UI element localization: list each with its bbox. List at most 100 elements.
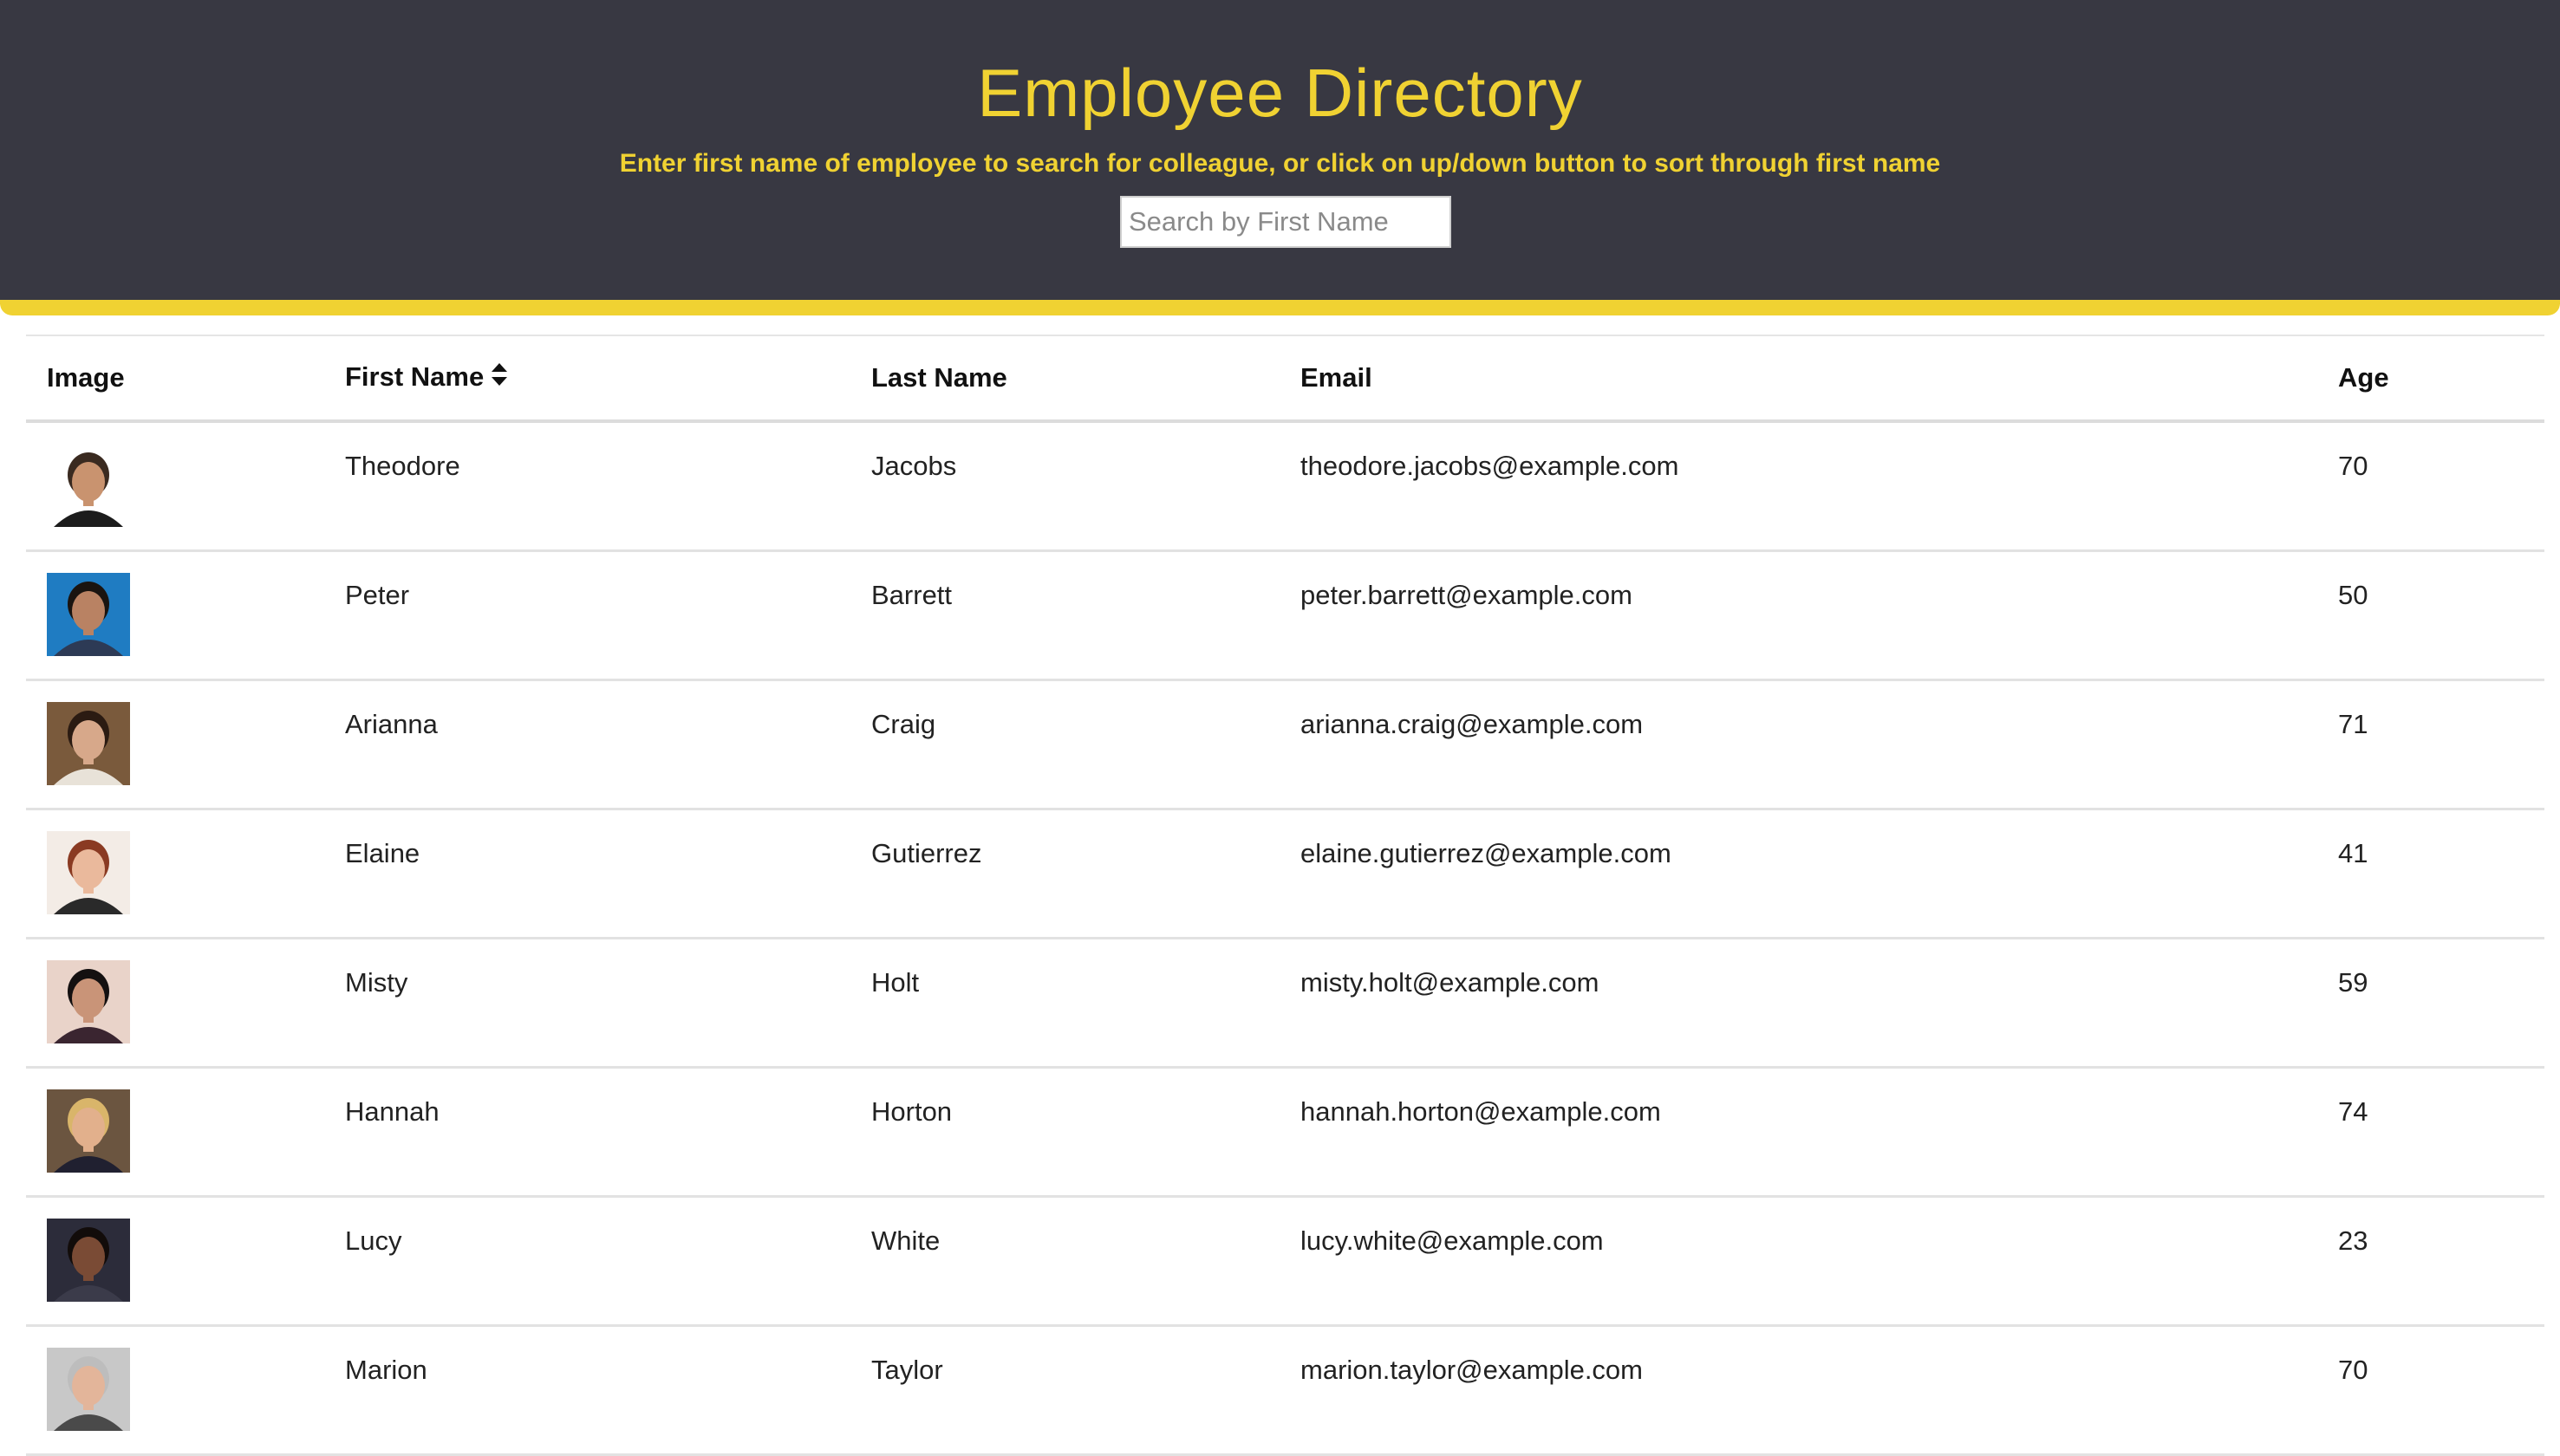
cell-image <box>26 938 324 1069</box>
column-header-first-name-label: First Name <box>345 361 485 392</box>
employee-avatar <box>47 1219 130 1302</box>
table-row: Marion Taylor marion.taylor@example.com 70 <box>26 1325 2544 1456</box>
cell-email-text: arianna.craig@example.com <box>1300 709 1644 739</box>
cell-last-name-text: Gutierrez <box>871 838 982 868</box>
table-row: Misty Holt misty.holt@example.com 59 <box>26 938 2544 1069</box>
cell-first-name-text: Misty <box>345 967 408 998</box>
cell-first-name: Arianna <box>324 679 850 810</box>
cell-first-name-text: Theodore <box>345 451 460 481</box>
search-input[interactable] <box>1120 196 1451 248</box>
cell-last-name: Barrett <box>850 550 1280 681</box>
employee-avatar <box>47 702 130 785</box>
cell-age-text: 59 <box>2338 967 2368 998</box>
cell-last-name: Taylor <box>850 1325 1280 1456</box>
cell-age-text: 74 <box>2338 1096 2368 1127</box>
cell-email: arianna.craig@example.com <box>1280 679 2317 810</box>
cell-first-name-text: Arianna <box>345 709 438 739</box>
cell-email: elaine.gutierrez@example.com <box>1280 809 2317 939</box>
cell-last-name-text: Taylor <box>871 1355 943 1385</box>
cell-first-name: Lucy <box>324 1196 850 1327</box>
cell-age-text: 41 <box>2338 838 2368 868</box>
employee-avatar <box>47 831 130 914</box>
cell-last-name: Craig <box>850 679 1280 810</box>
cell-age: 74 <box>2317 1067 2544 1198</box>
column-header-age: Age <box>2317 335 2544 423</box>
cell-email-text: marion.taylor@example.com <box>1300 1355 1643 1385</box>
table-row: Peter Barrett peter.barrett@example.com 50 <box>26 550 2544 681</box>
cell-email-text: hannah.horton@example.com <box>1300 1096 1661 1127</box>
cell-email: theodore.jacobs@example.com <box>1280 421 2317 552</box>
cell-email-text: elaine.gutierrez@example.com <box>1300 838 1671 868</box>
cell-last-name-text: Holt <box>871 967 920 998</box>
cell-last-name: Holt <box>850 938 1280 1069</box>
cell-last-name: White <box>850 1196 1280 1327</box>
table-row: Elaine Gutierrez elaine.gutierrez@example.… <box>26 809 2544 939</box>
employee-avatar <box>47 1348 130 1431</box>
cell-image <box>26 1196 324 1327</box>
cell-email: lucy.white@example.com <box>1280 1196 2317 1327</box>
cell-age: 23 <box>2317 1196 2544 1327</box>
cell-age-text: 50 <box>2338 580 2368 610</box>
employee-avatar <box>47 444 130 527</box>
cell-first-name-text: Elaine <box>345 838 420 868</box>
cell-last-name: Horton <box>850 1067 1280 1198</box>
cell-image <box>26 809 324 939</box>
cell-last-name: Gutierrez <box>850 809 1280 939</box>
cell-first-name: Peter <box>324 550 850 681</box>
table-header-row: Image First Name Last Name Email Age <box>26 335 2544 423</box>
cell-age-text: 70 <box>2338 1355 2368 1385</box>
employee-avatar <box>47 1089 130 1173</box>
cell-age-text: 70 <box>2338 451 2368 481</box>
cell-age: 70 <box>2317 1325 2544 1456</box>
cell-email: marion.taylor@example.com <box>1280 1325 2317 1456</box>
table-row: Arianna Craig arianna.craig@example.com 71 <box>26 679 2544 810</box>
page-title: Employee Directory <box>977 55 1583 131</box>
cell-first-name-text: Hannah <box>345 1096 440 1127</box>
employee-table-container: Image First Name Last Name Email Age The… <box>26 335 2544 1456</box>
cell-age: 71 <box>2317 679 2544 810</box>
cell-first-name-text: Peter <box>345 580 410 610</box>
cell-last-name-text: Craig <box>871 709 936 739</box>
cell-first-name: Hannah <box>324 1067 850 1198</box>
cell-last-name-text: White <box>871 1225 941 1256</box>
cell-first-name-text: Marion <box>345 1355 427 1385</box>
cell-age: 59 <box>2317 938 2544 1069</box>
employee-table: Image First Name Last Name Email Age The… <box>26 335 2544 1456</box>
employee-avatar <box>47 960 130 1043</box>
cell-last-name-text: Horton <box>871 1096 953 1127</box>
cell-first-name-text: Lucy <box>345 1225 402 1256</box>
table-row: Hannah Horton hannah.horton@example.com 74 <box>26 1067 2544 1198</box>
cell-age: 50 <box>2317 550 2544 681</box>
sort-up-down-icon[interactable] <box>491 361 508 394</box>
cell-age: 41 <box>2317 809 2544 939</box>
cell-last-name: Jacobs <box>850 421 1280 552</box>
cell-age-text: 71 <box>2338 709 2368 739</box>
cell-email: hannah.horton@example.com <box>1280 1067 2317 1198</box>
cell-first-name: Theodore <box>324 421 850 552</box>
cell-email-text: lucy.white@example.com <box>1300 1225 1604 1256</box>
page-header: Employee Directory Enter first name of e… <box>0 0 2560 315</box>
table-row: Lucy White lucy.white@example.com 23 <box>26 1196 2544 1327</box>
cell-age-text: 23 <box>2338 1225 2368 1256</box>
page-subtitle: Enter first name of employee to search f… <box>619 149 1941 178</box>
cell-first-name: Marion <box>324 1325 850 1456</box>
cell-image <box>26 1325 324 1456</box>
column-header-email: Email <box>1280 335 2317 423</box>
column-header-last-name: Last Name <box>850 335 1280 423</box>
cell-last-name-text: Barrett <box>871 580 953 610</box>
cell-age: 70 <box>2317 421 2544 552</box>
table-row: Theodore Jacobs theodore.jacobs@example.co… <box>26 421 2544 552</box>
cell-image <box>26 679 324 810</box>
cell-image <box>26 421 324 552</box>
cell-first-name: Misty <box>324 938 850 1069</box>
column-header-first-name[interactable]: First Name <box>324 335 850 423</box>
cell-email-text: misty.holt@example.com <box>1300 967 1599 998</box>
cell-email-text: theodore.jacobs@example.com <box>1300 451 1679 481</box>
cell-first-name: Elaine <box>324 809 850 939</box>
cell-email: misty.holt@example.com <box>1280 938 2317 1069</box>
cell-email-text: peter.barrett@example.com <box>1300 580 1632 610</box>
cell-last-name-text: Jacobs <box>871 451 957 481</box>
cell-image <box>26 1067 324 1198</box>
column-header-image: Image <box>26 335 324 423</box>
cell-image <box>26 550 324 681</box>
